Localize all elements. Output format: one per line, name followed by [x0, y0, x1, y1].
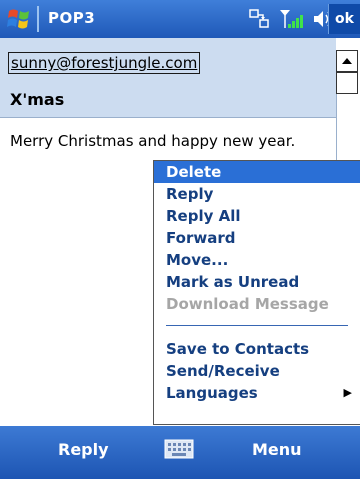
- menu-item-move[interactable]: Move...: [154, 249, 360, 271]
- message-subject: X'mas: [10, 90, 65, 109]
- window-title: POP3: [48, 9, 96, 27]
- context-menu: Delete Reply Reply All Forward Move... M…: [153, 160, 360, 425]
- reply-softkey[interactable]: Reply: [58, 440, 109, 459]
- sender-link[interactable]: sunny@forestjungle.com: [8, 52, 201, 74]
- menu-item-reply-all[interactable]: Reply All: [154, 205, 360, 227]
- menu-item-save-contacts[interactable]: Save to Contacts: [154, 338, 360, 360]
- submenu-arrow-icon: ▶: [343, 386, 352, 399]
- title-bar: POP3 ok: [0, 0, 360, 38]
- signal-icon[interactable]: [278, 7, 304, 31]
- menu-softkey[interactable]: Menu: [252, 440, 302, 459]
- menu-item-download-message: Download Message: [166, 295, 329, 313]
- menu-separator: [166, 325, 348, 326]
- connectivity-icon[interactable]: [248, 8, 270, 30]
- menu-item-delete[interactable]: Delete: [154, 161, 360, 183]
- menu-item-reply[interactable]: Reply: [154, 183, 360, 205]
- scroll-up-button[interactable]: [336, 50, 358, 72]
- title-separator: [37, 6, 39, 32]
- status-icons: [248, 6, 334, 32]
- menu-item-mark-unread[interactable]: Mark as Unread: [154, 271, 360, 293]
- message-body: Merry Christmas and happy new year.: [10, 132, 296, 150]
- softkey-bar: Reply Menu: [0, 426, 360, 479]
- menu-item-languages-label: Languages: [166, 384, 258, 402]
- message-header: sunny@forestjungle.com X'mas: [0, 38, 336, 118]
- menu-item-languages[interactable]: Languages ▶: [154, 382, 360, 404]
- ok-button[interactable]: ok: [328, 4, 360, 34]
- menu-item-send-receive[interactable]: Send/Receive: [154, 360, 360, 382]
- scrollbar-thumb[interactable]: [336, 72, 358, 94]
- arrow-up-icon: [342, 58, 352, 64]
- windows-flag-icon[interactable]: [6, 6, 32, 32]
- menu-item-forward[interactable]: Forward: [154, 227, 360, 249]
- keyboard-icon[interactable]: [164, 439, 194, 459]
